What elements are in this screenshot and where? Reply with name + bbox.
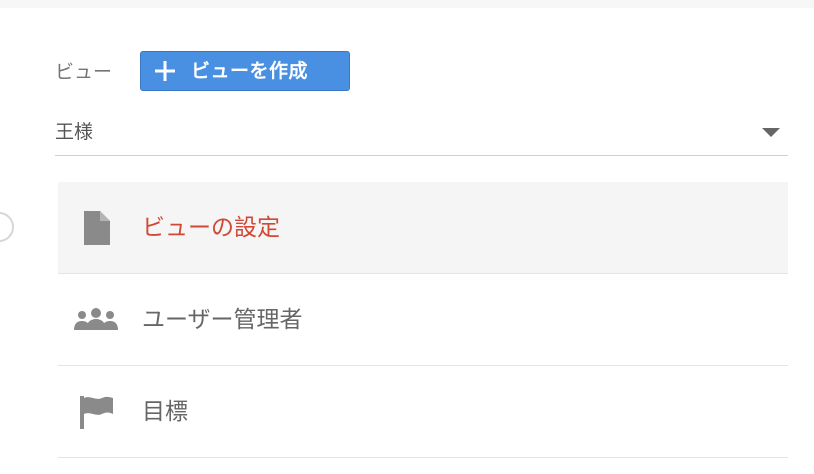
selected-view-value: 王様 [55,121,94,143]
create-view-button[interactable]: ビューを作成 [140,51,350,91]
admin-view-panel: ビュー ビューを作成 王様 ビューの設定 ユーザー管理者 目標 [0,0,814,474]
view-menu: ビューの設定 ユーザー管理者 目標 [58,182,788,458]
people-icon [74,304,118,336]
view-select-dropdown[interactable]: 王様 [55,108,788,156]
document-icon [74,210,118,245]
dropdown-arrow-icon [762,128,780,137]
partial-circle-control[interactable] [0,212,14,242]
menu-item-goals[interactable]: 目標 [58,366,788,458]
menu-item-label: ユーザー管理者 [142,306,303,333]
flag-icon [74,395,118,429]
create-view-button-label: ビューを作成 [191,60,309,82]
plus-icon [155,61,175,81]
menu-item-label: 目標 [142,398,188,425]
view-label: ビュー [55,61,113,83]
menu-item-user-management[interactable]: ユーザー管理者 [58,274,788,366]
menu-item-label: ビューの設定 [142,214,280,241]
top-band [0,0,814,8]
menu-item-view-settings[interactable]: ビューの設定 [58,182,788,274]
